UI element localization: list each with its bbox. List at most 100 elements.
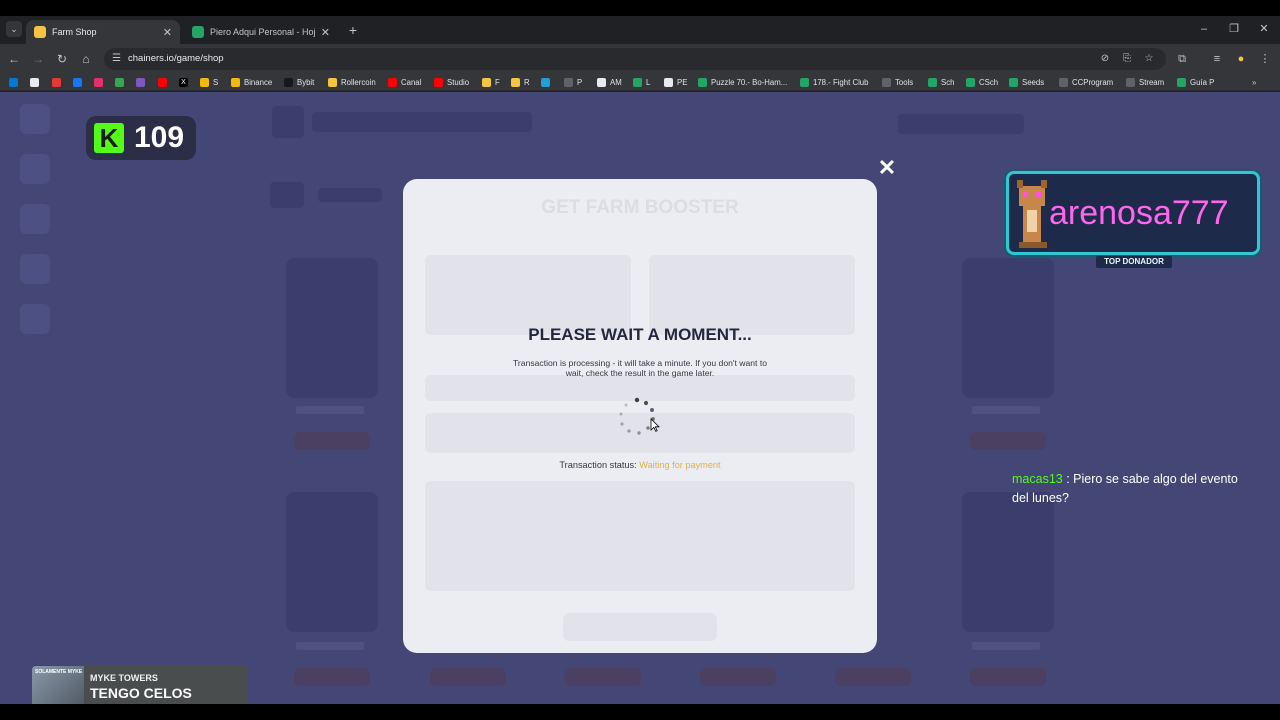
bookmark-telegram[interactable] <box>541 76 554 89</box>
folder-icon <box>564 78 573 87</box>
bookmark-guia-p[interactable]: Guía P <box>1177 76 1214 89</box>
sheets-icon <box>800 78 809 87</box>
bookmark-label: R <box>524 78 530 87</box>
close-window-icon[interactable]: ✕ <box>1256 21 1272 37</box>
tab-sheets[interactable]: Piero Adqui Personal - Hojas de ✕ <box>184 20 338 44</box>
bookmark-label: Binance <box>244 78 273 87</box>
card-buy-button <box>970 432 1046 450</box>
donor-tag: TOP DONADOR <box>1096 256 1172 268</box>
bookmark-outlook[interactable] <box>9 76 22 89</box>
youtube-studio-icon <box>434 78 443 87</box>
back-icon[interactable]: ← <box>6 51 22 67</box>
extension-farm-icon[interactable]: ● <box>1233 51 1249 67</box>
bookmark-star-icon[interactable]: ☆ <box>1142 52 1156 66</box>
bookmark-binance[interactable]: Binance <box>231 76 272 89</box>
shop-card <box>962 258 1054 398</box>
shop-card <box>286 492 378 632</box>
farm-shop-favicon-icon <box>34 26 46 38</box>
shop-header-title <box>312 112 532 132</box>
bookmark-folder-p[interactable]: P <box>564 76 582 89</box>
bookmark-tiktok[interactable] <box>30 76 43 89</box>
sidebar-item <box>20 254 50 284</box>
shop-filter <box>318 188 382 202</box>
bookmark-red[interactable] <box>52 76 65 89</box>
menu-icon[interactable]: ⋮ <box>1257 51 1273 67</box>
tab-close-icon[interactable]: ✕ <box>321 26 330 39</box>
album-cover-text: SOLAMENTE MYKE <box>35 669 83 675</box>
bookmark-label: Rollercoin <box>341 78 376 87</box>
address-bar[interactable]: ☰ chainers.io/game/shop ⊘ ⎘ ☆ <box>104 48 1166 70</box>
bookmark-label: Sch <box>941 78 955 87</box>
sidebar-item <box>20 104 50 134</box>
twitch-icon <box>136 78 145 87</box>
url-text[interactable]: chainers.io/game/shop <box>128 53 224 64</box>
bookmark-seeds[interactable]: Seeds <box>1009 76 1044 89</box>
bookmark-stream[interactable]: Stream <box>1126 76 1164 89</box>
new-tab-icon[interactable]: + <box>346 22 360 38</box>
restore-icon[interactable]: ❐ <box>1226 21 1242 37</box>
facebook-icon <box>73 78 82 87</box>
bookmark-label: CCProgram <box>1072 78 1114 87</box>
bookmark-r[interactable]: R <box>511 76 530 89</box>
bookmark-youtube[interactable] <box>158 76 171 89</box>
bookmark-s[interactable]: S <box>200 76 218 89</box>
bookmark-bybit[interactable]: Bybit <box>284 76 314 89</box>
bookmark-label: Studio <box>447 78 470 87</box>
install-icon[interactable]: ⎘ <box>1120 52 1134 66</box>
pe-icon <box>664 78 673 87</box>
bookmark-f[interactable]: F <box>482 76 500 89</box>
bookmark-canal[interactable]: Canal <box>388 76 421 89</box>
card-buy-button <box>970 668 1046 686</box>
tab-close-icon[interactable]: ✕ <box>163 26 172 39</box>
bookmark-twitch[interactable] <box>136 76 149 89</box>
bookmark-instagram[interactable] <box>94 76 107 89</box>
bookmark-facebook[interactable] <box>73 76 86 89</box>
bookmark-label: AM <box>610 78 622 87</box>
bookmark-l[interactable]: L <box>633 76 650 89</box>
bookmark-sch[interactable]: Sch <box>928 76 954 89</box>
farm-icon <box>511 78 520 87</box>
home-icon[interactable]: ⌂ <box>78 51 94 67</box>
bookmark-pe[interactable]: PE <box>664 76 687 89</box>
rollercoin-icon <box>200 78 209 87</box>
bookmark-tools[interactable]: Tools <box>882 76 913 89</box>
chat-separator: : <box>1062 472 1074 486</box>
sheets-icon <box>928 78 937 87</box>
bookmark-puzzle[interactable]: Puzzle 70.- Bo-Ham... <box>698 76 787 89</box>
kick-viewer-counter: K 109 <box>86 116 196 160</box>
more-bookmarks-icon[interactable]: » <box>1252 76 1256 89</box>
bookmark-drive[interactable] <box>115 76 128 89</box>
bookmark-rollercoin[interactable]: Rollercoin <box>328 76 376 89</box>
folder-icon <box>882 78 891 87</box>
bookmark-ccprogram[interactable]: CCProgram <box>1059 76 1113 89</box>
bookmark-fight-club[interactable]: 178.- Fight Club <box>800 76 868 89</box>
forward-icon[interactable]: → <box>30 51 46 67</box>
bookmark-label: F <box>495 78 500 87</box>
am-icon <box>597 78 606 87</box>
extensions-icon[interactable]: ⧉ <box>1174 51 1190 67</box>
eye-off-icon[interactable]: ⊘ <box>1098 52 1112 66</box>
song-artist: MYKE TOWERS <box>90 673 158 683</box>
minimize-icon[interactable]: – <box>1196 21 1212 37</box>
bookmark-am[interactable]: AM <box>597 76 622 89</box>
faded-panel <box>425 255 631 335</box>
tab-search-icon[interactable]: ⌄ <box>6 21 22 37</box>
tab-strip: ⌄ Farm Shop ✕ Piero Adqui Personal - Hoj… <box>0 16 1280 44</box>
sidebar-item <box>20 204 50 234</box>
bookmark-studio[interactable]: Studio <box>434 76 469 89</box>
shop-header-icon <box>272 106 304 138</box>
song-title: TENGO CELOS <box>90 685 192 701</box>
modal-close-icon[interactable]: ✕ <box>877 157 897 179</box>
red-app-icon <box>52 78 61 87</box>
bookmark-x[interactable]: X <box>179 76 192 89</box>
card-buy-button <box>835 668 911 686</box>
media-icon[interactable]: ≡ <box>1209 51 1225 67</box>
tab-farm-shop[interactable]: Farm Shop ✕ <box>26 20 180 44</box>
bookmark-csch[interactable]: CSch <box>966 76 998 89</box>
bookmark-label: PE <box>677 78 688 87</box>
faded-button <box>563 613 717 641</box>
site-info-icon[interactable]: ☰ <box>112 52 126 66</box>
booster-title-faded: GET FARM BOOSTER <box>541 197 739 218</box>
reload-icon[interactable]: ↻ <box>54 51 70 67</box>
bookmarks-bar: X S Binance Bybit Rollercoin Canal Studi… <box>0 74 1280 91</box>
